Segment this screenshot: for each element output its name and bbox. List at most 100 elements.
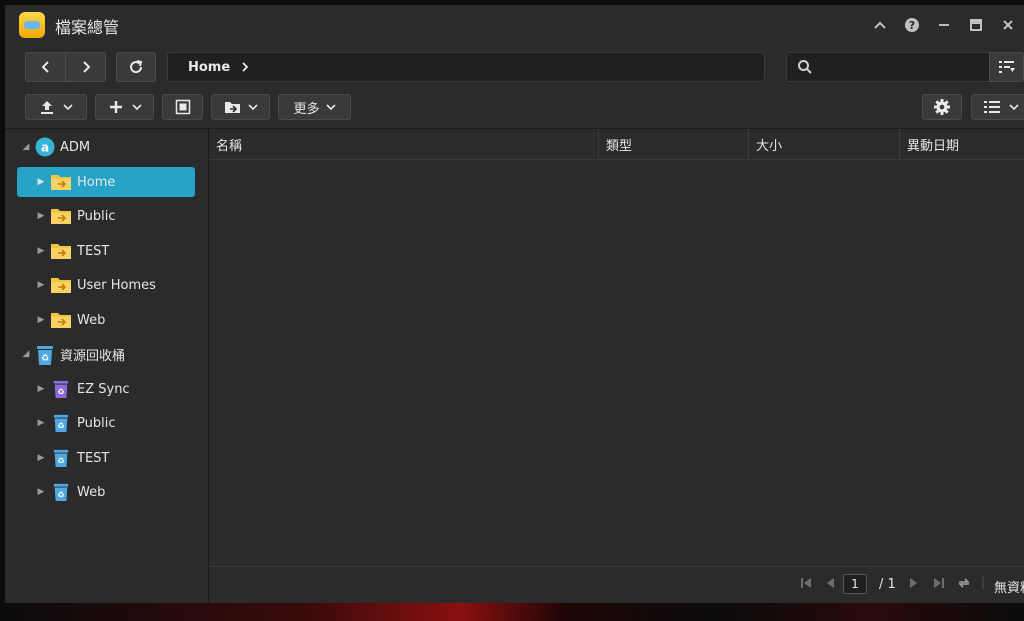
select-all-icon — [175, 99, 190, 115]
expand-arrow-icon[interactable]: ▶ — [36, 453, 46, 463]
view-mode-button[interactable] — [971, 94, 1024, 120]
pager-divider: | — [981, 575, 986, 589]
svg-text:a: a — [41, 141, 49, 155]
tree-item-label: Web — [77, 484, 106, 500]
recycle-bin-icon: ♻ — [52, 447, 70, 473]
window-title: 檔案總管 — [55, 18, 120, 37]
breadcrumb[interactable]: Home — [167, 52, 765, 82]
share-folder-icon — [224, 102, 240, 113]
tree-item-home[interactable]: ▶ Home — [5, 167, 205, 197]
chevron-down-icon — [1008, 104, 1019, 111]
svg-text:?: ? — [909, 19, 915, 32]
column-header-type[interactable]: 類型 — [599, 129, 749, 159]
expand-arrow-icon[interactable]: ◢ — [21, 142, 31, 152]
tree-item-label: EZ Sync — [77, 381, 130, 397]
tree-item-web-bin[interactable]: ▶ ♻ Web — [5, 477, 205, 507]
settings-button[interactable] — [922, 94, 962, 120]
tree-item-public[interactable]: ▶ Public — [5, 201, 205, 231]
recycle-bin-icon: ♻ — [52, 481, 70, 507]
expand-arrow-icon[interactable]: ▶ — [36, 280, 46, 290]
file-list: 名稱 類型 大小 異動日期 1 / 1 | 無資料 — [209, 128, 1024, 603]
pagination-bar: 1 / 1 | 無資料 — [209, 566, 1024, 603]
expand-arrow-icon[interactable]: ▶ — [36, 418, 46, 428]
expand-arrow-icon[interactable]: ◢ — [21, 349, 31, 359]
tree-item-label: Public — [77, 415, 116, 431]
more-button[interactable]: 更多 — [278, 94, 351, 120]
svg-text:♻: ♻ — [57, 420, 64, 430]
back-button[interactable] — [25, 52, 66, 82]
more-label: 更多 — [293, 101, 320, 117]
file-explorer-window: 檔案總管 ? Home 更多 ◢ a ADM ▶ Home ▶ Public ▶… — [5, 5, 1024, 603]
tree-item-web[interactable]: ▶ Web — [5, 305, 205, 335]
shared-folder-icon — [50, 311, 72, 333]
recycle-bin-icon: ♻ — [52, 412, 70, 438]
collapse-icon[interactable] — [864, 5, 896, 45]
refresh-button[interactable] — [116, 52, 156, 82]
chevron-down-icon — [247, 104, 258, 111]
search-box — [786, 52, 990, 82]
expand-arrow-icon[interactable]: ▶ — [36, 315, 46, 325]
page-total: / 1 — [879, 577, 896, 592]
file-explorer-app-icon — [19, 12, 45, 38]
shared-folder-icon — [50, 276, 72, 298]
tree-item-label: ADM — [60, 139, 91, 155]
tree-item-adm[interactable]: ◢ a ADM — [5, 132, 205, 162]
recycle-bin-purple-icon: ♻ — [52, 378, 70, 404]
column-header-name[interactable]: 名稱 — [209, 129, 599, 159]
tree-item-recycle-bin[interactable]: ◢ ♻ 資源回收桶 — [5, 339, 205, 369]
page-number-input[interactable]: 1 — [843, 574, 867, 594]
expand-arrow-icon[interactable]: ▶ — [36, 177, 46, 187]
gear-icon — [934, 99, 950, 115]
list-view-icon — [983, 101, 1000, 113]
column-header-modified[interactable]: 異動日期 — [900, 129, 1024, 159]
expand-arrow-icon[interactable]: ▶ — [36, 384, 46, 394]
create-button[interactable] — [95, 94, 154, 120]
tree-item-label: TEST — [77, 243, 110, 259]
plus-icon — [109, 101, 122, 113]
expand-arrow-icon[interactable]: ▶ — [36, 246, 46, 256]
shared-folder-icon — [50, 173, 72, 195]
shared-folder-icon — [50, 207, 72, 229]
desktop-background — [0, 603, 1024, 621]
tree-item-test-bin[interactable]: ▶ ♻ TEST — [5, 443, 205, 473]
last-page-icon[interactable] — [933, 577, 945, 589]
close-icon[interactable] — [992, 5, 1024, 45]
search-options-button[interactable] — [989, 52, 1024, 82]
tree-item-label: TEST — [77, 450, 110, 466]
svg-text:♻: ♻ — [57, 455, 64, 465]
tree-item-ez-sync[interactable]: ▶ ♻ EZ Sync — [5, 374, 205, 404]
maximize-icon[interactable] — [960, 5, 992, 45]
status-text: 無資料 — [994, 581, 1024, 596]
svg-text:♻: ♻ — [41, 354, 49, 364]
svg-text:♻: ♻ — [57, 489, 64, 499]
tree-item-user-homes[interactable]: ▶ User Homes — [5, 270, 205, 300]
forward-button[interactable] — [65, 52, 106, 82]
first-page-icon[interactable] — [800, 577, 812, 589]
tree-item-public-bin[interactable]: ▶ ♻ Public — [5, 408, 205, 438]
shared-folder-icon — [50, 242, 72, 264]
column-header-size[interactable]: 大小 — [749, 129, 900, 159]
list-filter-icon — [998, 61, 1015, 73]
chevron-right-icon — [240, 62, 250, 72]
window-controls: ? — [864, 5, 1024, 45]
share-folder-button[interactable] — [211, 94, 270, 120]
chevron-down-icon — [131, 104, 142, 111]
svg-text:♻: ♻ — [57, 386, 64, 396]
tree-item-test[interactable]: ▶ TEST — [5, 236, 205, 266]
minimize-icon[interactable] — [928, 5, 960, 45]
title-bar: 檔案總管 ? — [5, 5, 1024, 45]
help-icon[interactable]: ? — [896, 5, 928, 45]
next-page-icon[interactable] — [909, 577, 919, 589]
tree-item-label: User Homes — [77, 277, 156, 293]
reload-list-icon[interactable] — [957, 577, 971, 589]
expand-arrow-icon[interactable]: ▶ — [36, 487, 46, 497]
upload-button[interactable] — [25, 94, 87, 120]
search-input[interactable] — [821, 57, 985, 79]
tree-item-label: Home — [77, 174, 116, 190]
previous-page-icon[interactable] — [825, 577, 835, 589]
tree-item-label: Public — [77, 208, 116, 224]
expand-arrow-icon[interactable]: ▶ — [36, 211, 46, 221]
table-header: 名稱 類型 大小 異動日期 — [209, 129, 1024, 160]
breadcrumb-item-home[interactable]: Home — [188, 60, 230, 75]
select-all-button[interactable] — [162, 94, 203, 120]
